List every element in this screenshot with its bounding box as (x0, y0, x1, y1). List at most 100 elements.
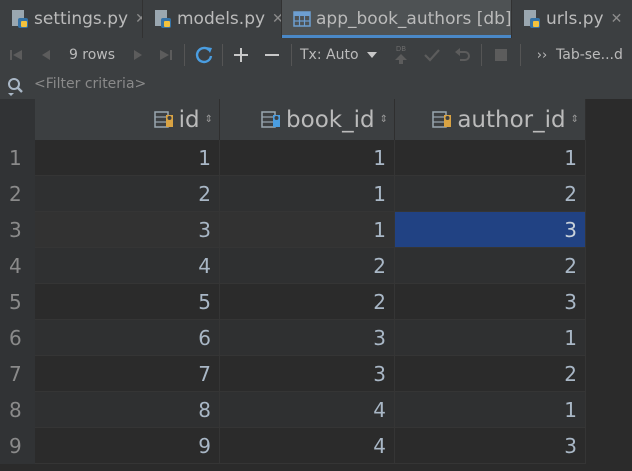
row-number[interactable]: 9 (0, 428, 35, 464)
cell-author-id[interactable]: 3 (395, 284, 586, 320)
table-row-current[interactable]: 3 3 1 3 (0, 212, 586, 248)
data-editor-toolbar: 9 rows Tx: Auto DB ›› Tab-se...d (0, 38, 632, 73)
table-row[interactable]: 7 7 3 2 (0, 356, 586, 392)
cell-id[interactable]: 6 (35, 320, 220, 356)
cell-id[interactable]: 9 (35, 428, 220, 464)
close-icon[interactable]: ✕ (272, 11, 281, 27)
table-row[interactable]: 1 1 1 1 (0, 140, 586, 176)
cell-id[interactable]: 7 (35, 356, 220, 392)
cell-id[interactable]: 4 (35, 248, 220, 284)
cell-author-id[interactable]: 1 (395, 392, 586, 428)
column-name: id (178, 106, 200, 133)
row-number[interactable]: 7 (0, 356, 35, 392)
next-page-button[interactable] (128, 43, 148, 67)
column-header-book-id[interactable]: book_id ⇕ (220, 99, 395, 140)
cell-book-id[interactable]: 1 (220, 212, 395, 248)
column-name: author_id (457, 106, 566, 133)
table-row[interactable]: 9 9 4 3 (0, 428, 586, 464)
cell-book-id[interactable]: 4 (220, 428, 395, 464)
filter-search-icon[interactable] (6, 76, 26, 96)
first-page-button[interactable] (6, 43, 26, 67)
tab-settings-py[interactable]: settings.py ✕ (0, 0, 143, 38)
delete-row-button[interactable] (262, 43, 282, 67)
tab-models-py[interactable]: models.py ✕ (143, 0, 282, 38)
cell-book-id[interactable]: 1 (220, 176, 395, 212)
row-number[interactable]: 8 (0, 392, 35, 428)
rollback-button[interactable] (452, 43, 474, 67)
column-header-id[interactable]: id ⇕ (35, 99, 220, 140)
table-row[interactable]: 4 4 2 2 (0, 248, 586, 284)
cancel-running-button[interactable] (490, 43, 512, 67)
extractor-dropdown[interactable]: Tab-se...d (556, 43, 630, 67)
table-row[interactable]: 6 6 3 1 (0, 320, 586, 356)
more-actions-button[interactable]: ›› (535, 43, 549, 67)
cell-id[interactable]: 2 (35, 176, 220, 212)
tab-app-book-authors[interactable]: app_book_authors [db] ✕ (282, 0, 512, 38)
row-number[interactable]: 2 (0, 176, 35, 212)
transaction-mode-label: Tx: Auto (300, 47, 359, 63)
cell-id[interactable]: 8 (35, 392, 220, 428)
close-icon[interactable]: ✕ (135, 11, 142, 27)
row-number[interactable]: 3 (0, 212, 35, 248)
previous-page-icon (42, 50, 50, 60)
editor-tab-bar: settings.py ✕ models.py ✕ app_book_autho… (0, 0, 632, 39)
cell-author-id[interactable]: 3 (395, 428, 586, 464)
tab-label: settings.py (34, 9, 129, 29)
cell-author-id[interactable]: 1 (395, 320, 586, 356)
row-number[interactable]: 4 (0, 248, 35, 284)
cell-author-id[interactable]: 1 (395, 140, 586, 176)
checkmark-icon (424, 49, 440, 62)
cell-book-id[interactable]: 3 (220, 320, 395, 356)
cell-id[interactable]: 5 (35, 284, 220, 320)
undo-icon (455, 48, 470, 61)
tab-urls-py[interactable]: urls.py ✕ (512, 0, 632, 38)
python-file-icon (12, 10, 28, 28)
cell-book-id[interactable]: 3 (220, 356, 395, 392)
foreign-key-column-icon (432, 110, 452, 128)
row-count[interactable]: 9 rows (66, 43, 118, 67)
primary-key-column-icon (153, 110, 173, 128)
add-row-button[interactable] (231, 43, 251, 67)
last-page-button[interactable] (156, 43, 176, 67)
row-number[interactable]: 1 (0, 140, 35, 176)
cell-id[interactable]: 1 (35, 140, 220, 176)
extractor-label: Tab-se...d (556, 47, 623, 63)
row-number[interactable]: 6 (0, 320, 35, 356)
cell-id[interactable]: 3 (35, 212, 220, 248)
transaction-mode-dropdown[interactable]: Tx: Auto (300, 43, 380, 67)
cell-book-id[interactable]: 1 (220, 140, 395, 176)
column-header-author-id[interactable]: author_id ⇕ (395, 99, 586, 140)
submit-changes-button[interactable]: DB (390, 43, 412, 67)
tab-label: app_book_authors [db] (316, 9, 512, 29)
close-icon[interactable]: ✕ (611, 11, 623, 27)
cell-book-id[interactable]: 4 (220, 392, 395, 428)
last-page-icon (160, 50, 172, 60)
commit-button[interactable] (421, 43, 443, 67)
reload-button[interactable] (193, 43, 215, 67)
previous-page-button[interactable] (36, 43, 56, 67)
row-count-label: 9 rows (68, 47, 116, 63)
table-row[interactable]: 5 5 2 3 (0, 284, 586, 320)
sort-arrows-icon[interactable]: ⇕ (205, 114, 213, 125)
cell-book-id[interactable]: 2 (220, 284, 395, 320)
sort-arrows-icon[interactable]: ⇕ (571, 114, 579, 125)
cell-author-id[interactable]: 2 (395, 176, 586, 212)
db-badge: DB (395, 45, 407, 53)
cell-author-id[interactable]: 2 (395, 248, 586, 284)
table-row[interactable]: 2 2 1 2 (0, 176, 586, 212)
plus-icon (234, 48, 248, 62)
reload-icon (195, 46, 213, 64)
selected-cell-author-id[interactable]: 3 (395, 212, 586, 248)
database-table-editor: settings.py ✕ models.py ✕ app_book_autho… (0, 0, 632, 471)
table-row[interactable]: 8 8 4 1 (0, 392, 586, 428)
cell-author-id[interactable]: 2 (395, 356, 586, 392)
foreign-key-column-icon (261, 110, 281, 128)
filter-criteria-input[interactable]: <Filter criteria> (34, 76, 146, 92)
toolbar-divider (291, 44, 292, 66)
cell-book-id[interactable]: 2 (220, 248, 395, 284)
row-number[interactable]: 5 (0, 284, 35, 320)
tab-label: models.py (177, 9, 266, 29)
python-file-icon (524, 10, 540, 28)
sort-arrows-icon[interactable]: ⇕ (380, 114, 388, 125)
column-header-row: id ⇕ book_id ⇕ author_id ⇕ (0, 99, 586, 140)
